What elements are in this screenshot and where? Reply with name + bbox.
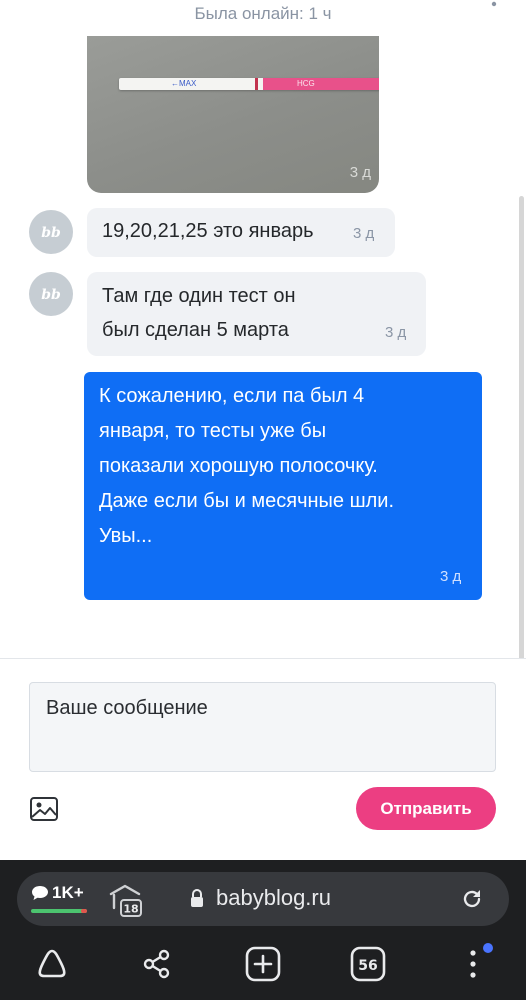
- age-rating-icon[interactable]: 18: [107, 882, 143, 918]
- comments-counter[interactable]: 1K+: [31, 883, 93, 915]
- photo-message[interactable]: ←MAX HCG 3 д: [87, 36, 379, 193]
- comments-indicator-dot: [81, 909, 87, 913]
- user-avatar-icon: bb: [41, 225, 61, 241]
- message-input-placeholder: Ваше сообщение: [46, 697, 208, 719]
- more-icon[interactable]: [484, 0, 504, 12]
- message-time: 3 д: [349, 164, 371, 181]
- new-tab-icon[interactable]: [244, 945, 282, 983]
- svg-text:bb: bb: [41, 287, 61, 303]
- message-input[interactable]: Ваше сообщение: [29, 682, 496, 772]
- comments-count: 1K+: [52, 883, 84, 902]
- composer-divider: [0, 658, 526, 659]
- send-button[interactable]: Отправить: [356, 787, 496, 830]
- browser-toolbar: 1K+ 18 babyblog.ru 56: [0, 860, 526, 1000]
- strip-handle: HCG: [263, 78, 379, 90]
- tabs-icon[interactable]: 56: [349, 945, 387, 983]
- message-text-line: Там где один тест он: [102, 285, 296, 307]
- message-list[interactable]: ←MAX HCG 3 д bb 19,20,21,25 это январь 3…: [0, 36, 526, 658]
- svg-text:bb: bb: [41, 225, 61, 241]
- message-time: 3 д: [440, 568, 462, 585]
- strip-control-label: ←MAX: [171, 79, 197, 88]
- svg-text:18: 18: [123, 903, 138, 916]
- svg-text:56: 56: [358, 958, 377, 974]
- image-icon[interactable]: [29, 795, 59, 823]
- message-time: 3 д: [385, 324, 407, 341]
- strip-test-line: [255, 78, 258, 90]
- address-bar[interactable]: 1K+ 18 babyblog.ru: [17, 872, 509, 926]
- message-text-line: был сделан 5 марта: [102, 319, 289, 341]
- message-text: 19,20,21,25 это январь: [102, 220, 314, 242]
- avatar[interactable]: bb: [29, 272, 73, 316]
- outgoing-message[interactable]: К сожалению, если па был 4 января, то те…: [84, 372, 482, 600]
- home-icon[interactable]: [33, 945, 71, 983]
- comment-icon: [32, 886, 48, 900]
- test-strip-image: ←MAX HCG: [119, 78, 379, 90]
- online-status: Была онлайн: 1 ч: [194, 4, 332, 23]
- comments-indicator: [31, 909, 87, 913]
- message-text-line: Даже если бы и месячные шли.: [99, 490, 395, 512]
- message-text-line: К сожалению, если па был 4: [99, 385, 365, 407]
- message-text-line: показали хорошую полосочку.: [99, 455, 378, 477]
- message-time: 3 д: [353, 225, 375, 242]
- user-avatar-icon: bb: [41, 287, 61, 303]
- lock-icon: [191, 889, 203, 907]
- share-icon[interactable]: [138, 945, 176, 983]
- reload-icon[interactable]: [460, 887, 484, 911]
- strip-brand-label: HCG: [297, 79, 315, 88]
- scrollbar[interactable]: [519, 196, 524, 658]
- url-text[interactable]: babyblog.ru: [216, 885, 331, 911]
- message-text-line: января, то тесты уже бы: [99, 420, 327, 442]
- chat-header: Была онлайн: 1 ч: [0, 0, 526, 36]
- avatar[interactable]: bb: [29, 210, 73, 254]
- incoming-message[interactable]: 19,20,21,25 это январь 3 д: [87, 208, 395, 257]
- message-text-line: Увы...: [99, 525, 153, 547]
- notification-dot: [483, 943, 493, 953]
- incoming-message[interactable]: Там где один тест он был сделан 5 марта …: [87, 272, 426, 356]
